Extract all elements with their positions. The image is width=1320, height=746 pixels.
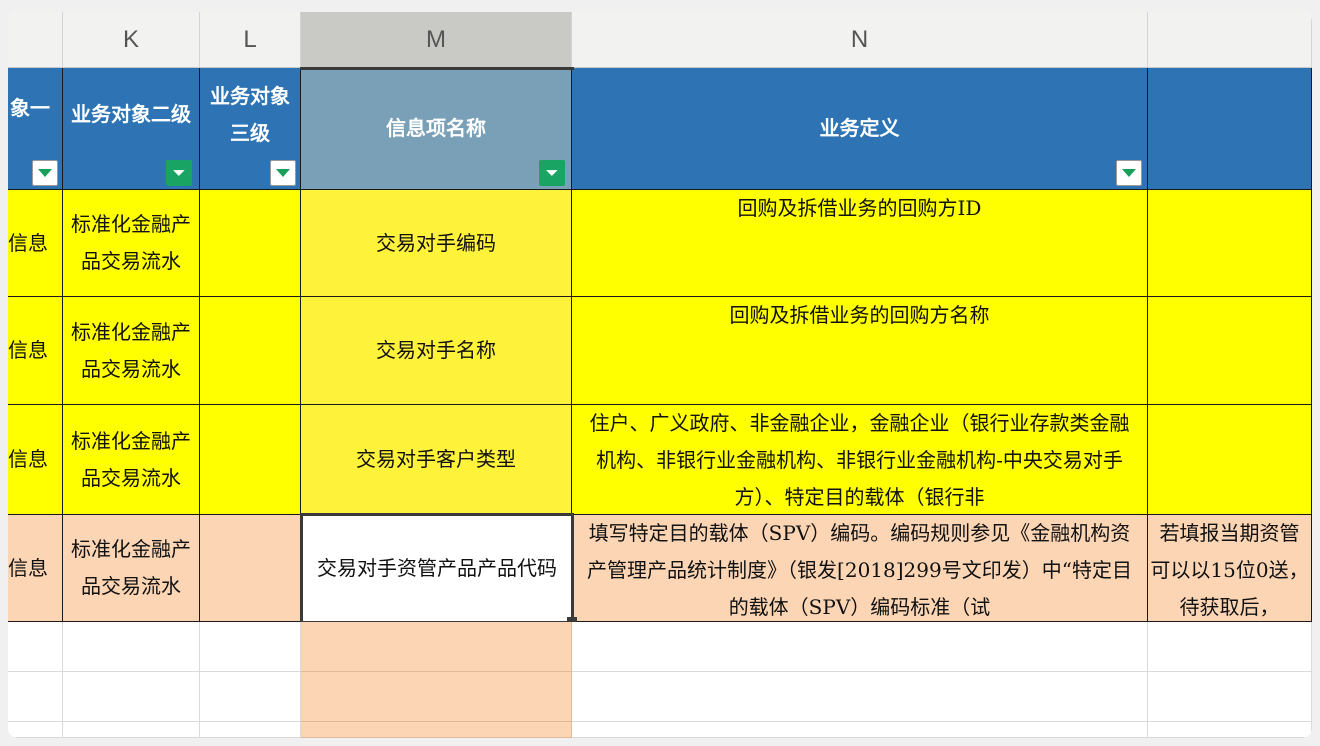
cell-text: 信息 [8,555,48,580]
empty-cell[interactable] [8,622,63,672]
dropdown-arrow-icon [1122,169,1136,177]
cell-j4[interactable]: 信息 [8,515,63,622]
spreadsheet-grid: K L M N 象一 业务对象二级 业务对象三级 信息项名称 业务定义 ⏷ ⏷ … [8,12,1312,738]
filter-dropdown-l[interactable] [270,160,296,186]
empty-cell[interactable] [572,722,1148,738]
cell-text: 信息 [8,338,48,362]
column-header-o[interactable] [1148,12,1312,68]
cell-l3[interactable] [200,405,301,515]
cell-k2[interactable]: 标准化金融产品交易流水 [63,297,200,405]
cell-text: 住户、广义政府、非金融企业，金融企业（银行业存款类金融机构、非银行业金融机构、非… [589,411,1130,509]
spreadsheet-window: K L M N 象一 业务对象二级 业务对象三级 信息项名称 业务定义 ⏷ ⏷ … [8,12,1312,738]
header-cell-o[interactable] [1148,68,1312,190]
cell-j1[interactable]: 信息 [8,190,63,297]
filter-active-k[interactable]: ⏷ [166,160,192,186]
cell-text: 标准化金融产品交易流水 [71,428,191,490]
header-text-j: 象一 [10,96,50,120]
empty-cell[interactable] [8,672,63,722]
empty-cell[interactable] [63,622,200,672]
cell-m1[interactable]: 交易对手编码 [301,190,572,297]
empty-cell[interactable] [301,622,572,672]
cell-text: 标准化金融产品交易流水 [71,212,191,273]
empty-cell[interactable] [1148,672,1312,722]
cell-text: 标准化金融产品交易流水 [71,537,191,598]
cell-m2[interactable]: 交易对手名称 [301,297,572,405]
filter-funnel-icon: ⏷ [172,163,186,182]
cell-j3[interactable]: 信息 [8,405,63,515]
cell-k3[interactable]: 标准化金融产品交易流水 [63,405,200,515]
dropdown-arrow-icon [38,169,52,177]
empty-cell[interactable] [200,622,301,672]
empty-cell[interactable] [1148,622,1312,672]
cell-text: 标准化金融产品交易流水 [71,319,191,381]
empty-cell[interactable] [8,722,63,738]
cell-n2[interactable]: 回购及拆借业务的回购方名称 [572,297,1148,405]
header-cell-m[interactable]: 信息项名称 [301,68,572,190]
cell-text: 填写特定目的载体（SPV）编码。编码规则参见《金融机构资产管理产品统计制度》（银… [587,521,1132,619]
cell-text: 若填报当期资管可以以15位0送，待获取后， [1150,521,1309,619]
filter-dropdown-n[interactable] [1116,160,1142,186]
cell-text: 回购及拆借业务的回购方ID [737,196,982,220]
empty-cell[interactable] [572,672,1148,722]
empty-cell[interactable] [1148,722,1312,738]
header-text-n: 业务定义 [819,116,900,140]
empty-cell[interactable] [63,672,200,722]
empty-cell[interactable] [301,672,572,722]
header-cell-n[interactable]: 业务定义 [572,68,1148,190]
cell-o4[interactable]: 若填报当期资管可以以15位0送，待获取后， [1148,515,1312,622]
cell-l2[interactable] [200,297,301,405]
cell-m3[interactable]: 交易对手客户类型 [301,405,572,515]
cell-text: 信息 [8,230,48,255]
cell-l1[interactable] [200,190,301,297]
column-header-k[interactable]: K [63,12,200,68]
cell-text: 信息 [8,447,48,471]
header-text-l: 业务对象三级 [210,83,290,145]
cell-l4[interactable] [200,515,301,622]
cell-text: 交易对手名称 [376,338,496,362]
column-header-m[interactable]: M [301,12,572,68]
cell-n3[interactable]: 住户、广义政府、非金融企业，金融企业（银行业存款类金融机构、非银行业金融机构、非… [572,405,1148,515]
filter-funnel-icon: ⏷ [545,163,559,182]
active-cell-m4[interactable]: 交易对手资管产品产品代码 [300,513,574,624]
empty-cell[interactable] [200,722,301,738]
cell-text: 交易对手客户类型 [356,447,516,471]
filter-dropdown-j[interactable] [32,160,58,186]
column-header-n[interactable]: N [572,12,1148,68]
column-header-j[interactable] [8,12,63,68]
column-header-l[interactable]: L [200,12,301,68]
cell-o2[interactable] [1148,297,1312,405]
empty-cell[interactable] [301,722,572,738]
active-cell-text: 交易对手资管产品产品代码 [317,556,557,580]
cell-n4[interactable]: 填写特定目的载体（SPV）编码。编码规则参见《金融机构资产管理产品统计制度》（银… [572,515,1148,622]
cell-j2[interactable]: 信息 [8,297,63,405]
dropdown-arrow-icon [276,169,290,177]
cell-text: 交易对手编码 [376,230,496,255]
selection-column-top [300,67,574,70]
cell-o1[interactable] [1148,190,1312,297]
cell-k1[interactable]: 标准化金融产品交易流水 [63,190,200,297]
filter-active-m[interactable]: ⏷ [539,160,565,186]
empty-cell[interactable] [572,622,1148,672]
cell-k4[interactable]: 标准化金融产品交易流水 [63,515,200,622]
cell-text: 回购及拆借业务的回购方名称 [729,303,990,327]
header-text-m: 信息项名称 [386,116,486,140]
cell-o3[interactable] [1148,405,1312,515]
header-text-k: 业务对象二级 [71,102,191,126]
empty-cell[interactable] [200,672,301,722]
cell-n1[interactable]: 回购及拆借业务的回购方ID [572,190,1148,297]
empty-cell[interactable] [63,722,200,738]
